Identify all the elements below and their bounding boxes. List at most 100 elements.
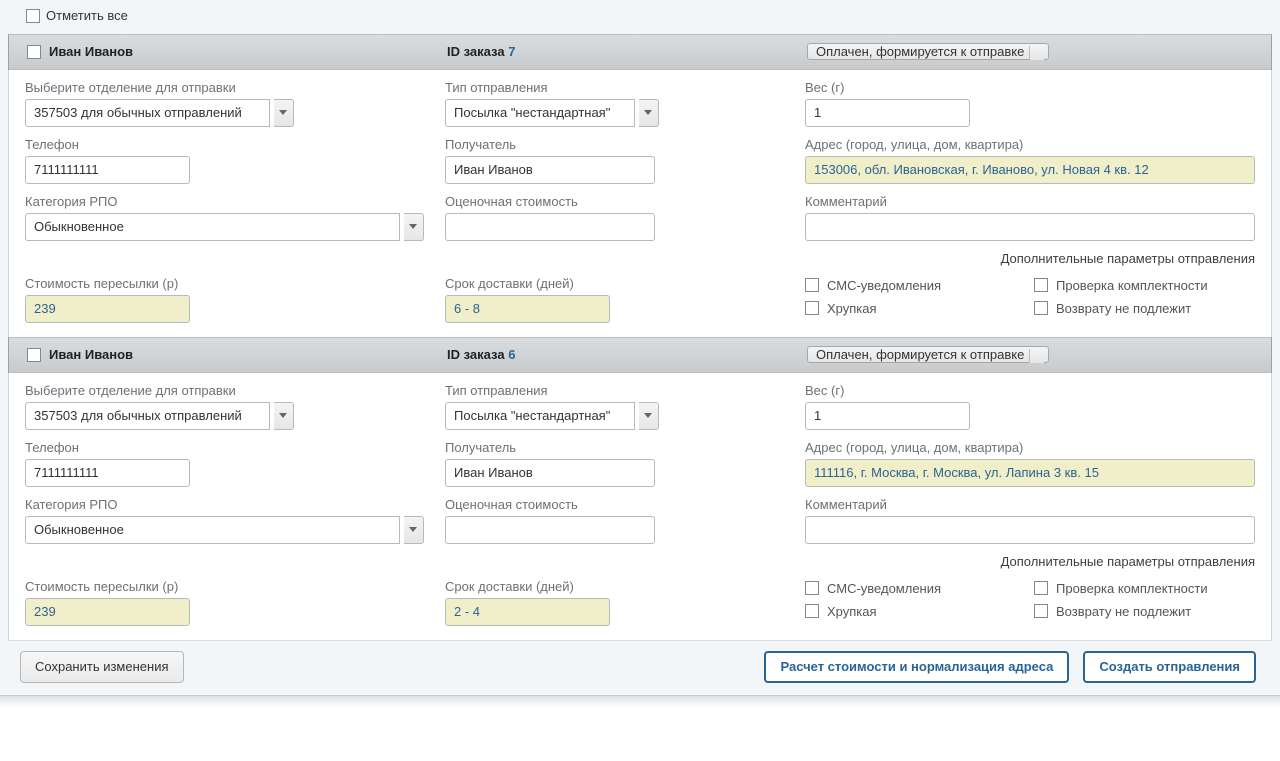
rpo-value: Обыкновенное bbox=[25, 516, 400, 544]
label-fragile: Хрупкая bbox=[827, 301, 877, 316]
select-all-label: Отметить все bbox=[46, 8, 128, 23]
checkbox-icon bbox=[805, 301, 819, 315]
checkbox-noreturn[interactable]: Возврату не подлежит bbox=[1034, 604, 1255, 619]
checkbox-icon bbox=[1034, 301, 1048, 315]
department-select[interactable]: 357503 для обычных отправлений bbox=[25, 402, 294, 430]
chevron-down-icon bbox=[404, 213, 424, 241]
chevron-down-icon bbox=[404, 516, 424, 544]
order-status-value: Оплачен, формируется к отправке bbox=[807, 43, 1049, 60]
order-status-select[interactable]: Оплачен, формируется к отправке bbox=[807, 344, 1049, 366]
order-body: Выберите отделение для отправки 357503 д… bbox=[8, 70, 1272, 337]
order-select-checkbox[interactable] bbox=[27, 348, 41, 362]
rpo-select[interactable]: Обыкновенное bbox=[25, 516, 424, 544]
label-weight: Вес (г) bbox=[805, 80, 1241, 95]
label-noreturn: Возврату не подлежит bbox=[1056, 301, 1191, 316]
checkbox-icon bbox=[805, 604, 819, 618]
label-ship-cost: Стоимость пересылки (р) bbox=[25, 276, 431, 291]
extras-title: Дополнительные параметры отправления bbox=[805, 251, 1255, 266]
extras-title: Дополнительные параметры отправления bbox=[805, 554, 1255, 569]
create-button[interactable]: Создать отправления bbox=[1083, 651, 1256, 683]
checkbox-icon bbox=[1034, 278, 1048, 292]
label-delivery: Срок доставки (дней) bbox=[445, 276, 791, 291]
rpo-select[interactable]: Обыкновенное bbox=[25, 213, 424, 241]
checkbox-icon bbox=[805, 278, 819, 292]
est-value-input[interactable] bbox=[445, 516, 655, 544]
address-field[interactable]: 153006, обл. Ивановская, г. Иваново, ул.… bbox=[805, 156, 1255, 184]
topbar: Отметить все bbox=[8, 0, 1272, 34]
label-sms: СМС-уведомления bbox=[827, 278, 941, 293]
checkbox-icon bbox=[805, 581, 819, 595]
order-header: Иван Иванов ID заказа 7 Оплачен, формиру… bbox=[8, 34, 1272, 70]
chevron-down-icon bbox=[274, 99, 294, 127]
send-type-value: Посылка "нестандартная" bbox=[445, 99, 635, 127]
comment-input[interactable] bbox=[805, 213, 1255, 241]
order-id-label: ID заказа bbox=[447, 44, 505, 59]
label-address: Адрес (город, улица, дом, квартира) bbox=[805, 137, 1255, 152]
order-customer: Иван Иванов bbox=[49, 347, 133, 362]
label-rpo: Категория РПО bbox=[25, 497, 431, 512]
checkbox-complete[interactable]: Проверка комплектности bbox=[1034, 581, 1255, 596]
checkbox-icon bbox=[1034, 581, 1048, 595]
label-fragile: Хрупкая bbox=[827, 604, 877, 619]
label-phone: Телефон bbox=[25, 137, 431, 152]
department-select[interactable]: 357503 для обычных отправлений bbox=[25, 99, 294, 127]
label-noreturn: Возврату не подлежит bbox=[1056, 604, 1191, 619]
checkbox-sms[interactable]: СМС-уведомления bbox=[805, 278, 1026, 293]
label-send-type: Тип отправления bbox=[445, 383, 791, 398]
scrollbar-track[interactable] bbox=[0, 695, 1280, 707]
ship-cost-value: 239 bbox=[25, 598, 190, 626]
weight-input[interactable] bbox=[805, 402, 970, 430]
calc-button[interactable]: Расчет стоимости и нормализация адреса bbox=[764, 651, 1069, 683]
select-all-checkbox[interactable] bbox=[26, 9, 40, 23]
checkbox-fragile[interactable]: Хрупкая bbox=[805, 301, 1026, 316]
checkbox-sms[interactable]: СМС-уведомления bbox=[805, 581, 1026, 596]
send-type-select[interactable]: Посылка "нестандартная" bbox=[445, 402, 659, 430]
ship-cost-value: 239 bbox=[25, 295, 190, 323]
label-department: Выберите отделение для отправки bbox=[25, 80, 431, 95]
comment-input[interactable] bbox=[805, 516, 1255, 544]
order-customer: Иван Иванов bbox=[49, 44, 133, 59]
order-body: Выберите отделение для отправки 357503 д… bbox=[8, 373, 1272, 640]
label-comment: Комментарий bbox=[805, 194, 1255, 209]
label-complete: Проверка комплектности bbox=[1056, 278, 1208, 293]
address-field[interactable]: 111116, г. Москва, г. Москва, ул. Лапина… bbox=[805, 459, 1255, 487]
chevron-down-icon bbox=[1033, 353, 1041, 358]
recipient-input[interactable] bbox=[445, 156, 655, 184]
label-department: Выберите отделение для отправки bbox=[25, 383, 431, 398]
label-est-value: Оценочная стоимость bbox=[445, 194, 791, 209]
rpo-value: Обыкновенное bbox=[25, 213, 400, 241]
phone-input[interactable] bbox=[25, 459, 190, 487]
label-complete: Проверка комплектности bbox=[1056, 581, 1208, 596]
order-header: Иван Иванов ID заказа 6 Оплачен, формиру… bbox=[8, 337, 1272, 373]
est-value-input[interactable] bbox=[445, 213, 655, 241]
order-id-label: ID заказа bbox=[447, 347, 505, 362]
label-rpo: Категория РПО bbox=[25, 194, 431, 209]
label-send-type: Тип отправления bbox=[445, 80, 791, 95]
footer-bar: Сохранить изменения Расчет стоимости и н… bbox=[8, 640, 1272, 695]
phone-input[interactable] bbox=[25, 156, 190, 184]
label-est-value: Оценочная стоимость bbox=[445, 497, 791, 512]
order-id-value: 6 bbox=[508, 347, 515, 362]
label-recipient: Получатель bbox=[445, 440, 791, 455]
order-status-select[interactable]: Оплачен, формируется к отправке bbox=[807, 41, 1049, 63]
label-recipient: Получатель bbox=[445, 137, 791, 152]
select-all-wrap[interactable]: Отметить все bbox=[26, 8, 128, 23]
weight-input[interactable] bbox=[805, 99, 970, 127]
department-value: 357503 для обычных отправлений bbox=[25, 99, 270, 127]
order-status-value: Оплачен, формируется к отправке bbox=[807, 346, 1049, 363]
order-select-checkbox[interactable] bbox=[27, 45, 41, 59]
recipient-input[interactable] bbox=[445, 459, 655, 487]
label-ship-cost: Стоимость пересылки (р) bbox=[25, 579, 431, 594]
chevron-down-icon bbox=[639, 402, 659, 430]
save-button[interactable]: Сохранить изменения bbox=[20, 651, 184, 683]
checkbox-complete[interactable]: Проверка комплектности bbox=[1034, 278, 1255, 293]
checkbox-fragile[interactable]: Хрупкая bbox=[805, 604, 1026, 619]
checkbox-noreturn[interactable]: Возврату не подлежит bbox=[1034, 301, 1255, 316]
label-address: Адрес (город, улица, дом, квартира) bbox=[805, 440, 1255, 455]
order-id-value: 7 bbox=[508, 44, 515, 59]
label-phone: Телефон bbox=[25, 440, 431, 455]
label-delivery: Срок доставки (дней) bbox=[445, 579, 791, 594]
delivery-value: 2 - 4 bbox=[445, 598, 610, 626]
delivery-value: 6 - 8 bbox=[445, 295, 610, 323]
send-type-select[interactable]: Посылка "нестандартная" bbox=[445, 99, 659, 127]
